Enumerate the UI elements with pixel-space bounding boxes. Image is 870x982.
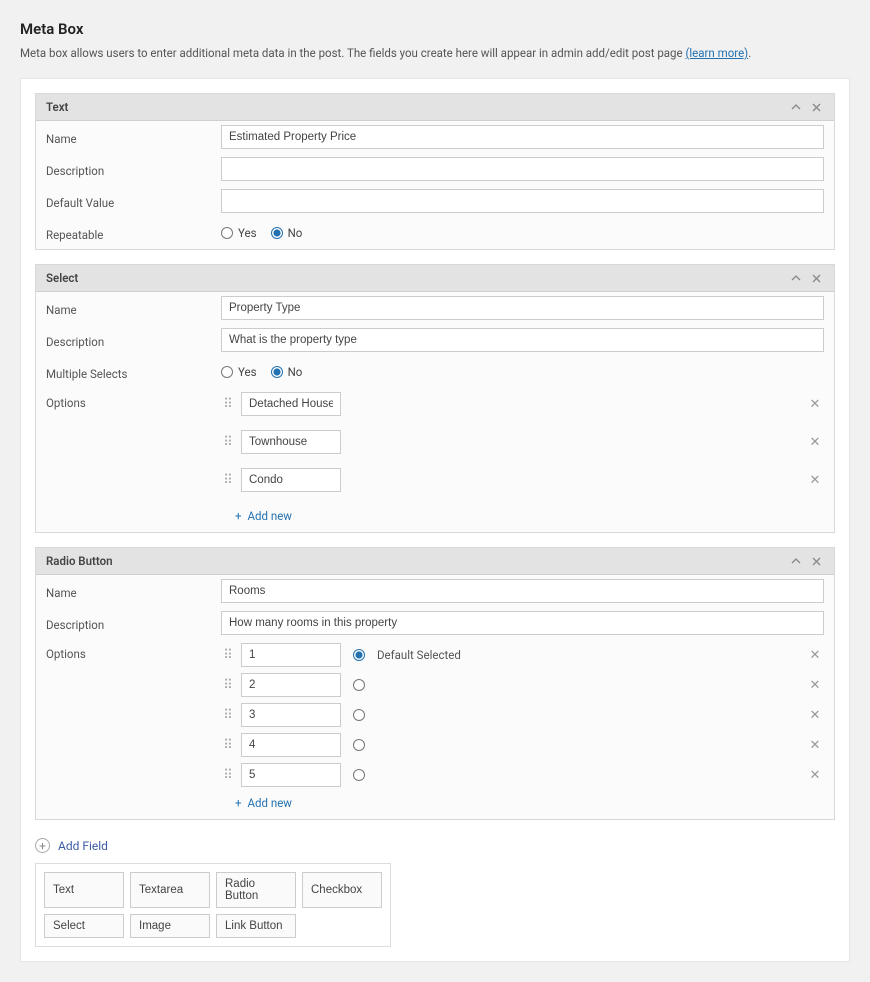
remove-option-icon[interactable]: ✕ [806,676,824,694]
drag-icon[interactable]: ⠿ [221,678,235,693]
name-label: Name [46,299,221,317]
page-title: Meta Box [20,20,850,38]
default-selected-radio[interactable] [353,709,365,721]
description-input[interactable] [221,157,824,181]
multiple-selects-label: Multiple Selects [46,363,221,381]
default-selected-radio[interactable] [353,739,365,751]
field-type-checkbox[interactable]: Checkbox [302,872,382,908]
plus-icon: + [235,509,242,523]
default-selected-radio[interactable] [353,679,365,691]
option-row: ⠿ ✕ [221,392,824,416]
repeatable-yes[interactable]: Yes [221,226,257,240]
repeatable-no[interactable]: No [271,226,303,240]
remove-option-icon[interactable]: ✕ [806,706,824,724]
drag-icon[interactable]: ⠿ [221,397,235,412]
collapse-icon[interactable] [788,99,804,115]
default-selected-radio[interactable] [353,649,365,661]
description-label: Description [46,614,221,632]
option-input[interactable] [241,673,341,697]
multiple-no[interactable]: No [271,365,303,379]
option-row: ⠿ ✕ [221,763,824,787]
options-label: Options [46,392,221,410]
plus-circle-icon: + [35,838,50,853]
description-input[interactable] [221,611,824,635]
description-label: Description [46,160,221,178]
option-input[interactable] [241,430,341,454]
remove-option-icon[interactable]: ✕ [806,766,824,784]
add-new-option[interactable]: + Add new [221,793,824,815]
name-input[interactable] [221,296,824,320]
description-label: Description [46,331,221,349]
drag-icon[interactable]: ⠿ [221,435,235,450]
repeatable-label: Repeatable [46,224,221,242]
option-row: ⠿ ✕ [221,733,824,757]
remove-option-icon[interactable]: ✕ [806,646,824,664]
remove-option-icon[interactable]: ✕ [806,433,824,451]
learn-more-link[interactable]: (learn more) [685,46,748,60]
field-type-menu: Text Textarea Radio Button Checkbox Sele… [35,863,391,947]
add-field-button[interactable]: + Add Field [35,834,835,857]
page-intro: Meta box allows users to enter additiona… [20,46,850,60]
field-type-label: Radio Button [46,554,113,568]
default-selected-radio[interactable] [353,769,365,781]
close-icon[interactable] [808,99,824,115]
remove-option-icon[interactable]: ✕ [806,736,824,754]
name-label: Name [46,582,221,600]
plus-icon: + [235,796,242,810]
field-type-label: Select [46,271,78,285]
option-input[interactable] [241,763,341,787]
name-input[interactable] [221,125,824,149]
option-row: ⠿ ✕ [221,703,824,727]
field-type-textarea[interactable]: Textarea [130,872,210,908]
field-type-radio[interactable]: Radio Button [216,872,296,908]
remove-option-icon[interactable]: ✕ [806,395,824,413]
remove-option-icon[interactable]: ✕ [806,471,824,489]
collapse-icon[interactable] [788,553,804,569]
name-input[interactable] [221,579,824,603]
option-row: ⠿ ✕ [221,673,824,697]
option-row: ⠿ ✕ [221,468,824,492]
field-type-select[interactable]: Select [44,914,124,938]
default-value-label: Default Value [46,192,221,210]
description-input[interactable] [221,328,824,352]
option-input[interactable] [241,468,341,492]
drag-icon[interactable]: ⠿ [221,648,235,663]
option-input[interactable] [241,392,341,416]
option-row: ⠿ Default Selected ✕ [221,643,824,667]
option-row: ⠿ ✕ [221,430,824,454]
field-type-link[interactable]: Link Button [216,914,296,938]
field-block-text: Text Name Description Default Value [35,93,835,250]
field-type-image[interactable]: Image [130,914,210,938]
close-icon[interactable] [808,553,824,569]
option-input[interactable] [241,703,341,727]
drag-icon[interactable]: ⠿ [221,473,235,488]
field-type-text[interactable]: Text [44,872,124,908]
options-label: Options [46,643,221,661]
field-type-label: Text [46,100,68,114]
add-new-option[interactable]: + Add new [221,506,824,528]
drag-icon[interactable]: ⠿ [221,708,235,723]
default-value-input[interactable] [221,189,824,213]
meta-box-panel: Text Name Description Default Value [20,78,850,962]
option-input[interactable] [241,733,341,757]
close-icon[interactable] [808,270,824,286]
drag-icon[interactable]: ⠿ [221,738,235,753]
multiple-yes[interactable]: Yes [221,365,257,379]
field-block-radio: Radio Button Name Description Options [35,547,835,820]
name-label: Name [46,128,221,146]
default-selected-label: Default Selected [377,648,461,662]
option-input[interactable] [241,643,341,667]
drag-icon[interactable]: ⠿ [221,768,235,783]
collapse-icon[interactable] [788,270,804,286]
field-block-select: Select Name Description Multiple Selects [35,264,835,533]
